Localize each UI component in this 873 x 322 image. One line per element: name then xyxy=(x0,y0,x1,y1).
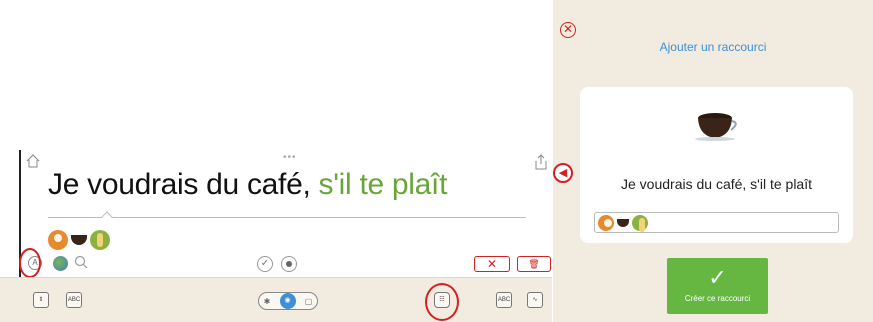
annotation-circle xyxy=(19,248,41,278)
back-arrow-button[interactable]: ◀ xyxy=(553,163,573,183)
resize-icon[interactable]: ⇕ xyxy=(33,292,49,308)
sentence-display[interactable]: Je voudrais du café, s'il te plaît xyxy=(48,168,447,202)
mode-segmented-control[interactable]: ✱ ◉ ▢ xyxy=(258,292,318,310)
divider xyxy=(48,217,526,218)
keyboard-icon[interactable]: ABC xyxy=(66,292,82,308)
segment-copy[interactable]: ▢ xyxy=(305,297,313,306)
please-pictogram-icon xyxy=(632,214,648,232)
create-shortcut-button[interactable]: ✓ Créer ce raccourci xyxy=(667,258,768,314)
delete-button[interactable]: ✕ xyxy=(474,256,510,272)
person-pictogram-icon xyxy=(48,230,68,250)
shortcut-sentence: Je voudrais du café, s'il te plaît xyxy=(621,176,812,192)
shortcut-preview-card: Je voudrais du café, s'il te plaît xyxy=(580,87,853,243)
sentence-green-text: s'il te plaît xyxy=(318,168,448,201)
segment-star[interactable]: ✱ xyxy=(264,297,271,306)
more-dots[interactable]: ••• xyxy=(283,152,297,163)
coffee-cup-icon xyxy=(695,113,737,141)
divider-pointer xyxy=(101,211,113,223)
close-button[interactable]: ✕ xyxy=(560,22,576,38)
checkmark-icon: ✓ xyxy=(708,265,727,290)
wave-play-icon[interactable]: ∿ xyxy=(527,292,543,308)
annotation-circle xyxy=(425,283,459,321)
search-icon[interactable] xyxy=(74,255,88,269)
create-shortcut-label: Créer ce raccourci xyxy=(684,294,751,303)
coffee-pictogram-icon xyxy=(71,235,87,245)
sentence-main-text: Je voudrais du café, xyxy=(48,168,311,201)
add-shortcut-panel: ✕ Ajouter un raccourci Je voudrais du ca… xyxy=(553,0,873,322)
abc-play-icon[interactable]: ABC xyxy=(496,292,512,308)
record-button[interactable] xyxy=(281,256,297,272)
pictogram-row[interactable] xyxy=(48,229,110,251)
sentence-editor-panel: ••• Je voudrais du café, s'il te plaît A… xyxy=(0,0,552,322)
shortcut-pictogram-field[interactable] xyxy=(594,212,839,233)
trash-button[interactable]: 🗑 xyxy=(517,256,551,272)
coffee-pictogram-icon xyxy=(617,218,629,227)
check-circle-button[interactable]: ✓ xyxy=(257,256,273,272)
bottom-toolbar: ⇕ ABC ✱ ◉ ▢ ☷ ABC ∿ xyxy=(0,277,552,322)
please-pictogram-icon xyxy=(90,230,110,250)
share-icon[interactable] xyxy=(534,154,548,170)
globe-icon[interactable] xyxy=(53,256,68,271)
home-icon[interactable] xyxy=(26,154,40,168)
panel-title: Ajouter un raccourci xyxy=(659,40,767,54)
person-pictogram-icon xyxy=(598,214,614,231)
segment-active[interactable]: ◉ xyxy=(279,293,296,309)
